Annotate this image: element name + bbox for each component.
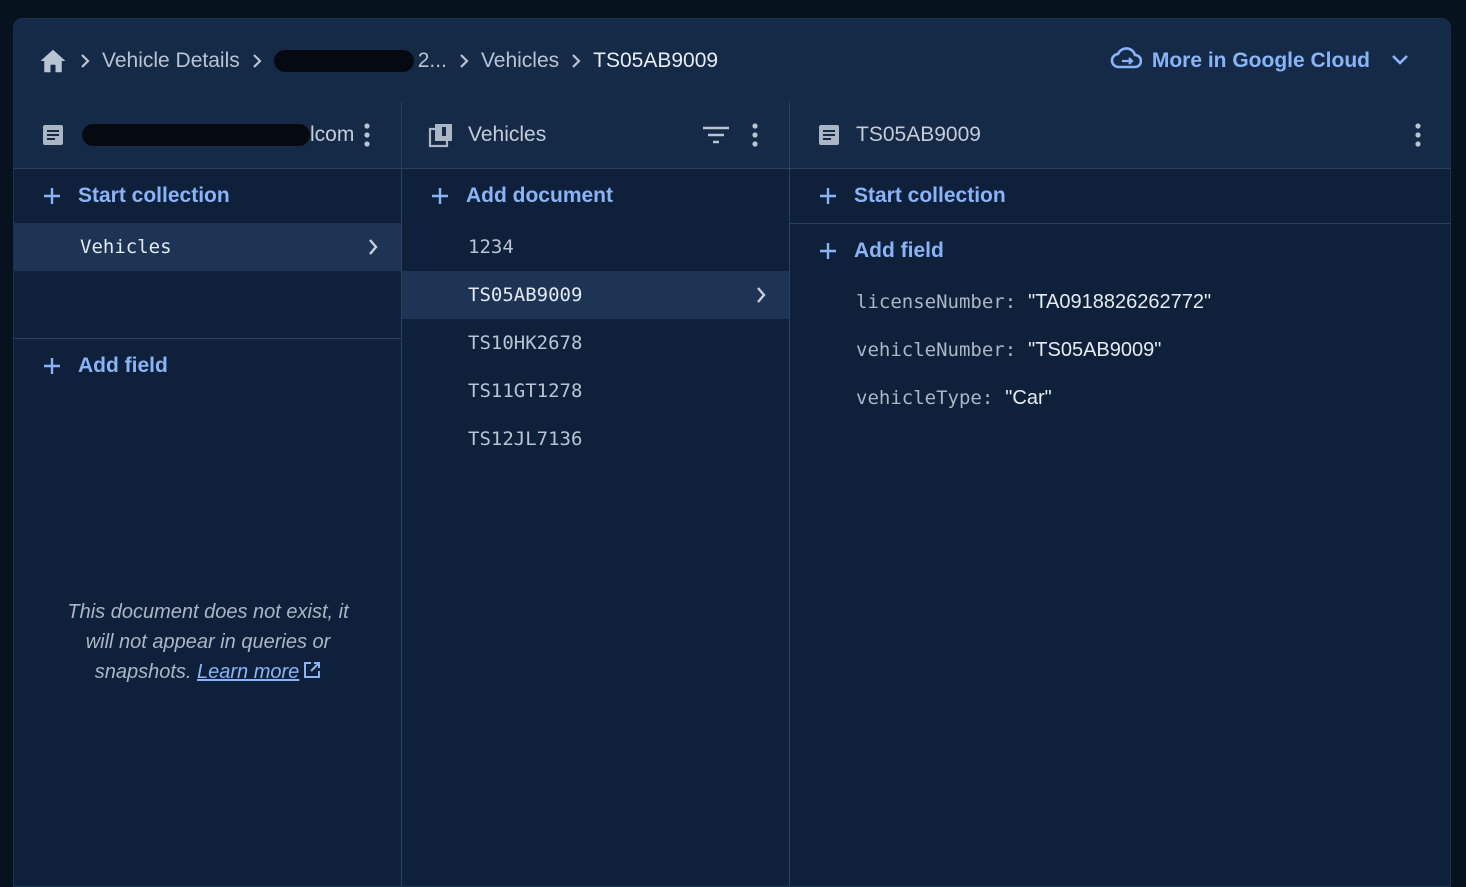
document-item-label: TS05AB9009 bbox=[468, 284, 583, 306]
plus-icon bbox=[40, 354, 64, 378]
plus-icon bbox=[428, 184, 452, 208]
breadcrumb-item-vehicle-details[interactable]: Vehicle Details bbox=[102, 49, 240, 73]
collection-item[interactable]: Vehicles bbox=[14, 223, 401, 271]
open-in-new-icon bbox=[303, 658, 321, 688]
field-value: "TA0918826262772" bbox=[1028, 290, 1212, 313]
learn-more-label: Learn more bbox=[197, 661, 300, 683]
plus-icon bbox=[816, 239, 840, 263]
add-field-button[interactable]: Add field bbox=[14, 339, 401, 393]
field-separator: : bbox=[981, 387, 994, 409]
breadcrumb-item-user-label: 2... bbox=[417, 48, 447, 72]
chevron-right-icon bbox=[559, 53, 593, 69]
add-document-label: Add document bbox=[466, 184, 613, 207]
root-document-panel: lcom Start collection Vehicles Add field… bbox=[14, 102, 402, 886]
filter-icon[interactable] bbox=[701, 120, 731, 150]
field-row[interactable]: vehicleType: "Car" bbox=[856, 374, 1450, 422]
document-item-label: TS12JL7136 bbox=[468, 428, 583, 450]
more-vert-icon[interactable] bbox=[357, 120, 377, 150]
document-item[interactable]: TS11GT1278 bbox=[402, 367, 789, 415]
document-item-label: TS11GT1278 bbox=[468, 380, 583, 402]
collection-panel: Vehicles Add document 1234 TS05AB9009 TS… bbox=[402, 102, 790, 886]
panel-title: TS05AB9009 bbox=[856, 123, 981, 146]
add-field-label: Add field bbox=[78, 354, 168, 377]
add-document-button[interactable]: Add document bbox=[402, 169, 789, 223]
field-key: vehicleNumber bbox=[856, 339, 1005, 361]
document-item[interactable]: 1234 bbox=[402, 223, 789, 271]
document-item[interactable]: TS12JL7136 bbox=[402, 415, 789, 463]
document-item-label: TS10HK2678 bbox=[468, 332, 583, 354]
chevron-right-icon bbox=[68, 53, 102, 69]
document-item[interactable]: TS10HK2678 bbox=[402, 319, 789, 367]
learn-more-link[interactable]: Learn more bbox=[197, 661, 299, 683]
document-icon bbox=[40, 122, 66, 148]
firestore-viewer: Vehicle Details 2... Vehicles TS05AB9009… bbox=[13, 18, 1451, 887]
field-value: "TS05AB9009" bbox=[1028, 338, 1162, 361]
cloud-icon bbox=[1110, 46, 1143, 76]
breadcrumb-item-vehicles[interactable]: Vehicles bbox=[481, 49, 559, 73]
add-field-label: Add field bbox=[854, 239, 944, 262]
panel-title: Vehicles bbox=[468, 123, 547, 146]
field-separator: : bbox=[1004, 339, 1017, 361]
more-vert-icon[interactable] bbox=[745, 120, 765, 150]
field-row[interactable]: licenseNumber: "TA0918826262772" bbox=[856, 278, 1450, 326]
breadcrumb-item-current[interactable]: TS05AB9009 bbox=[593, 49, 718, 73]
field-row[interactable]: vehicleNumber: "TS05AB9009" bbox=[856, 326, 1450, 374]
plus-icon bbox=[816, 184, 840, 208]
nonexistent-document-notice: This document does not exist, it will no… bbox=[14, 597, 402, 688]
field-separator: : bbox=[1004, 291, 1017, 313]
start-collection-button[interactable]: Start collection bbox=[14, 169, 401, 223]
panel-header: TS05AB9009 bbox=[790, 102, 1450, 169]
field-key: vehicleType bbox=[856, 387, 982, 409]
panel-header: Vehicles bbox=[402, 102, 789, 169]
chevron-right-icon bbox=[447, 53, 481, 69]
document-item-selected[interactable]: TS05AB9009 bbox=[402, 271, 789, 319]
more-in-google-cloud-label: More in Google Cloud bbox=[1151, 48, 1370, 72]
document-icon bbox=[816, 122, 842, 148]
collection-item-label: Vehicles bbox=[80, 236, 172, 258]
breadcrumb-item-user[interactable]: 2... bbox=[273, 48, 447, 73]
redacted-block bbox=[82, 124, 310, 146]
redacted-block bbox=[273, 49, 414, 72]
home-icon[interactable] bbox=[38, 46, 68, 76]
start-collection-label: Start collection bbox=[854, 184, 1006, 207]
breadcrumb: Vehicle Details 2... Vehicles TS05AB9009… bbox=[14, 19, 1450, 103]
collection-icon bbox=[428, 122, 454, 148]
document-panel: TS05AB9009 Start collection Add field li… bbox=[790, 102, 1450, 886]
chevron-right-icon bbox=[367, 223, 379, 271]
chevron-right-icon bbox=[755, 271, 767, 319]
chevron-down-icon bbox=[1390, 49, 1410, 73]
more-vert-icon[interactable] bbox=[1408, 120, 1428, 150]
more-in-google-cloud-button[interactable]: More in Google Cloud bbox=[1110, 19, 1410, 102]
panel-header: lcom bbox=[14, 102, 401, 169]
document-item-label: 1234 bbox=[468, 236, 514, 258]
start-collection-button[interactable]: Start collection bbox=[790, 169, 1450, 224]
field-key: licenseNumber bbox=[856, 291, 1005, 313]
start-collection-label: Start collection bbox=[78, 184, 230, 207]
panel-title: lcom bbox=[310, 123, 355, 146]
add-field-button[interactable]: Add field bbox=[790, 224, 1450, 278]
chevron-right-icon bbox=[240, 53, 274, 69]
field-value: "Car" bbox=[1005, 386, 1052, 409]
plus-icon bbox=[40, 184, 64, 208]
